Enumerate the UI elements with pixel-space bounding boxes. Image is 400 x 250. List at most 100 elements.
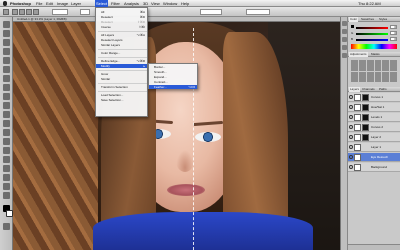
layer-row[interactable]: Curves 2 (348, 123, 400, 132)
photo-canvas[interactable] (13, 22, 340, 250)
visibility-eye-icon[interactable] (349, 165, 353, 169)
tab-channels[interactable]: Channels (361, 87, 376, 92)
marquee-tool-icon[interactable] (3, 30, 10, 37)
select-menu-item-reselect[interactable]: Reselect ⇧⌘D (96, 20, 147, 24)
visibility-eye-icon[interactable] (349, 105, 353, 109)
layer-mask-thumbnail[interactable] (362, 134, 369, 141)
slider-g[interactable]: G 0 (351, 31, 397, 35)
modify-item-contract[interactable]: Contract... (149, 80, 197, 84)
history-panel-icon[interactable] (342, 21, 347, 26)
select-menu-item-all[interactable]: All ⌘A (96, 10, 147, 14)
eraser-tool-icon[interactable] (3, 111, 10, 118)
layer-row[interactable]: Eye Retouch (348, 153, 400, 162)
lasso-tool-icon[interactable] (3, 39, 10, 46)
clone-stamp-tool-icon[interactable] (3, 93, 10, 100)
type-tool-icon[interactable] (3, 147, 10, 154)
tab-paths[interactable]: Paths (378, 87, 388, 92)
zoom-tool-icon[interactable] (3, 192, 10, 199)
brushes-panel-icon[interactable] (342, 45, 347, 50)
menu-help[interactable]: Help (181, 1, 189, 6)
brightness-icon[interactable] (351, 60, 358, 71)
layer-row[interactable]: Background (348, 163, 400, 172)
menu-select[interactable]: Select (95, 0, 109, 7)
actions-panel-icon[interactable] (342, 29, 347, 34)
visibility-eye-icon[interactable] (349, 155, 353, 159)
select-menu-item-refine-edge[interactable]: Refine Edge... ⌥⌘R (96, 59, 147, 63)
channel-mixer-icon[interactable] (374, 71, 382, 82)
modify-item-border[interactable]: Border... (149, 65, 197, 69)
background-color-swatch[interactable] (6, 210, 13, 217)
slider-b-track[interactable] (356, 39, 388, 41)
layer-mask-thumbnail[interactable] (362, 124, 369, 131)
select-menu-item-all-layers[interactable]: All Layers ⌥⌘A (96, 33, 147, 37)
layer-row[interactable]: Layer 2 (348, 133, 400, 142)
bw-icon[interactable] (358, 71, 366, 82)
layer-row[interactable]: Levels 1 (348, 113, 400, 122)
intersect-selection-icon[interactable] (33, 9, 39, 15)
color-balance-icon[interactable] (351, 71, 358, 82)
history-brush-tool-icon[interactable] (3, 102, 10, 109)
info-panel-icon[interactable] (342, 37, 347, 42)
gradient-tool-icon[interactable] (3, 120, 10, 127)
layer-mask-thumbnail[interactable] (362, 94, 369, 101)
menu-view[interactable]: View (151, 1, 160, 6)
posterize-icon[interactable] (390, 71, 397, 82)
visibility-eye-icon[interactable] (349, 115, 353, 119)
quick-mask-icon[interactable] (3, 223, 10, 230)
menu-window[interactable]: Window (163, 1, 177, 6)
pen-tool-icon[interactable] (3, 138, 10, 145)
crop-tool-icon[interactable] (3, 57, 10, 64)
hue-sat-icon[interactable] (390, 60, 397, 71)
menu-3d[interactable]: 3D (143, 1, 148, 6)
tab-adjustments[interactable]: Adjustments (349, 52, 368, 57)
select-menu-item-color-range[interactable]: Color Range... (96, 51, 147, 55)
refine-edge-button[interactable] (200, 9, 222, 15)
tab-swatches[interactable]: Swatches (360, 17, 375, 22)
select-menu-item-deselect-layers[interactable]: Deselect Layers (96, 38, 147, 42)
quick-select-tool-icon[interactable] (3, 48, 10, 55)
exposure-icon[interactable] (374, 60, 382, 71)
layer-row[interactable]: Layer 1 (348, 143, 400, 152)
invert-icon[interactable] (382, 71, 390, 82)
marquee-tool-icon[interactable] (3, 9, 9, 15)
menu-image[interactable]: Image (57, 1, 68, 6)
visibility-eye-icon[interactable] (349, 145, 353, 149)
visibility-eye-icon[interactable] (349, 135, 353, 139)
select-menu-item-similar-layers[interactable]: Similar Layers (96, 43, 147, 47)
move-tool-icon[interactable] (3, 21, 10, 28)
tab-layers[interactable]: Layers (349, 87, 361, 92)
slider-r[interactable]: R 0 (351, 25, 397, 29)
levels-icon[interactable] (358, 60, 366, 71)
select-menu-item-load-selection[interactable]: Load Selection... (96, 93, 147, 97)
tab-masks[interactable]: Masks (370, 52, 381, 57)
select-menu-item-save-selection[interactable]: Save Selection... (96, 98, 147, 102)
visibility-eye-icon[interactable] (349, 95, 353, 99)
color-ramp[interactable] (351, 44, 397, 49)
photo-filter-icon[interactable] (366, 71, 374, 82)
shape-tool-icon[interactable] (3, 165, 10, 172)
vibrance-icon[interactable] (382, 60, 390, 71)
select-menu-item-deselect[interactable]: Deselect ⌘D (96, 15, 147, 19)
dodge-tool-icon[interactable] (3, 129, 10, 136)
style-field[interactable] (80, 9, 90, 15)
menu-filter[interactable]: Filter (111, 1, 120, 6)
app-menu[interactable]: Photoshop (10, 1, 31, 6)
select-menu-item-inverse[interactable]: Inverse ⇧⌘I (96, 25, 147, 29)
apple-icon[interactable] (3, 1, 7, 6)
modify-item-expand[interactable]: Expand... (149, 75, 197, 79)
slider-r-track[interactable] (356, 27, 388, 29)
select-menu-item-grow[interactable]: Grow (96, 72, 147, 76)
3d-tool-icon[interactable] (3, 174, 10, 181)
brush-tool-icon[interactable] (3, 84, 10, 91)
select-menu-item-similar[interactable]: Similar (96, 77, 147, 81)
feather-field[interactable] (52, 9, 68, 15)
hand-tool-icon[interactable] (3, 183, 10, 190)
path-select-tool-icon[interactable] (3, 156, 10, 163)
modify-item-smooth[interactable]: Smooth... (149, 70, 197, 74)
layer-row[interactable]: Hue/Sat 1 (348, 103, 400, 112)
subtract-selection-icon[interactable] (26, 9, 32, 15)
layer-row[interactable]: Curves 1 (348, 93, 400, 102)
visibility-eye-icon[interactable] (349, 125, 353, 129)
new-selection-icon[interactable] (12, 9, 18, 15)
tab-styles[interactable]: Styles (378, 17, 388, 22)
